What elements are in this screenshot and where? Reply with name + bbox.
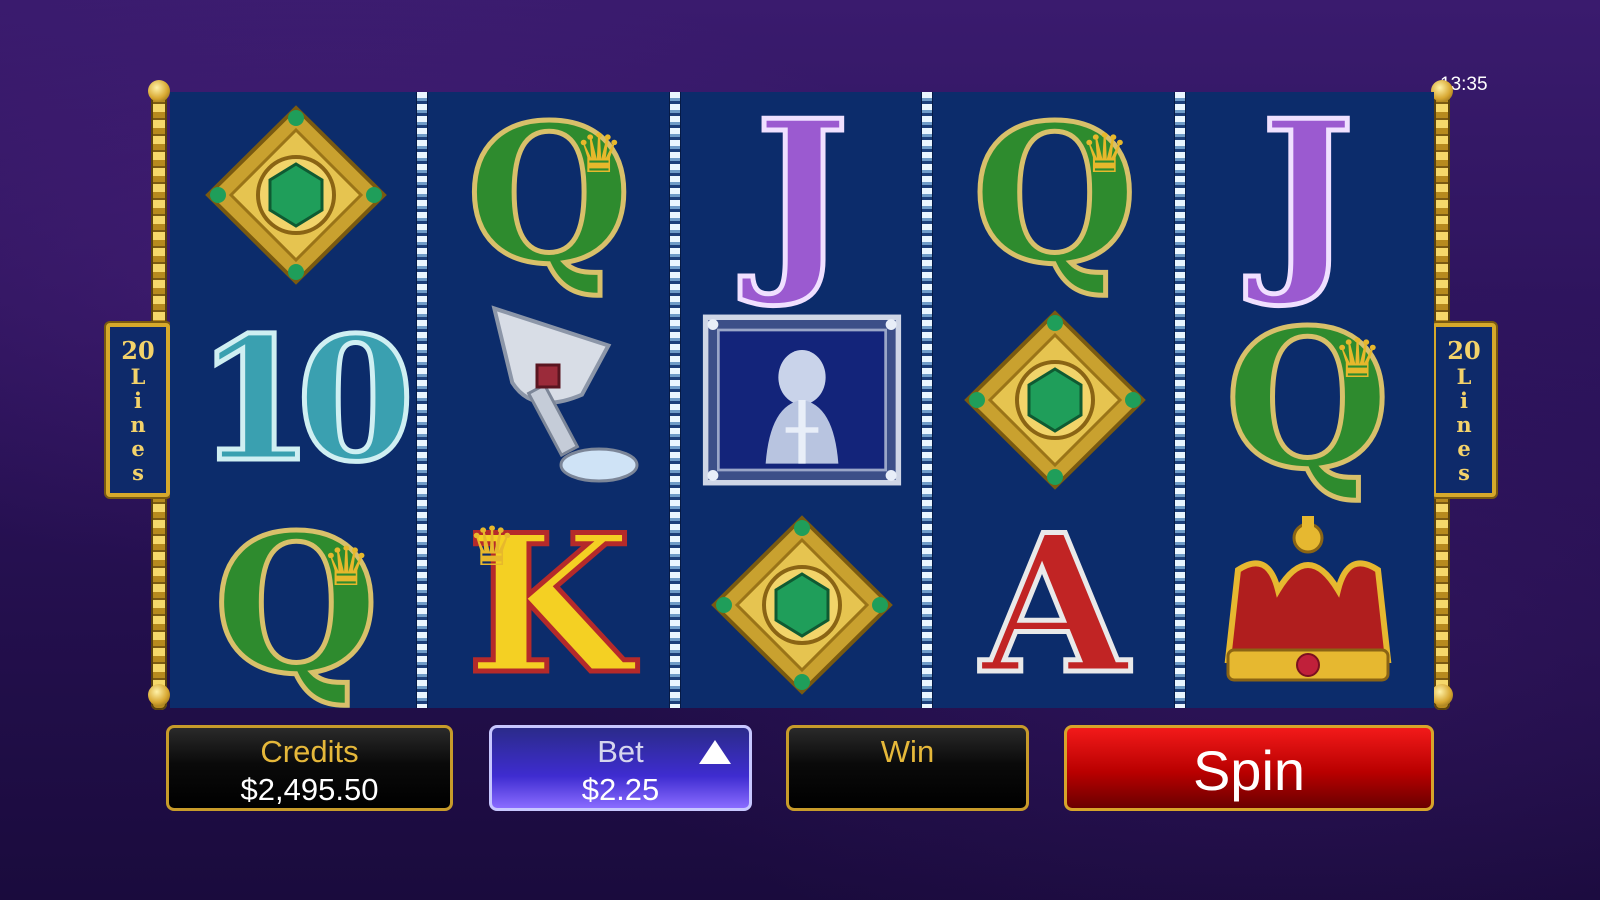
frame-cap-icon [148,80,170,102]
reel-5: J Q ♛ [1181,92,1434,708]
symbol-king: K ♛ [423,503,676,708]
reel-4: Q ♛ A [928,92,1186,708]
symbol-lady-of-the-lake [676,297,929,502]
symbol-royal-crown [1181,503,1434,708]
lady-of-the-lake-icon [702,314,902,486]
symbol-10: 10 [170,297,423,502]
bet-increase-arrow-icon[interactable] [699,740,731,764]
lines-badge-right: 20 L i n e s [1432,323,1496,497]
crown-icon: ♛ [1333,329,1382,390]
symbol-jack: J [676,92,929,297]
credits-panel: Credits $2,495.50 [166,725,453,811]
spin-button[interactable]: Spin [1064,725,1434,811]
jack-symbol: J [1258,76,1358,312]
frame-cap-icon [1431,80,1453,102]
credits-value: $2,495.50 [240,772,379,807]
emerald-brooch-icon [205,104,388,285]
ten-symbol: 10 [194,299,418,500]
lines-word: L i n e s [130,363,146,485]
symbol-emerald-brooch [928,297,1181,502]
symbol-queen: Q ♛ [1181,297,1434,502]
crown-icon: ♛ [1080,124,1129,184]
lines-number: 20 [1447,335,1481,365]
symbol-emerald-brooch [676,503,929,708]
emerald-brooch-icon [963,310,1146,490]
symbol-queen: Q ♛ [928,92,1181,297]
credits-label: Credits [260,734,359,769]
symbol-ace: A [928,503,1181,708]
control-bar: Credits $2,495.50 Bet $2.25 Win Spin [0,725,1600,817]
lines-badge-left: 20 L i n e s [106,323,170,497]
win-label: Win [880,734,935,769]
jack-symbol: J [752,76,852,312]
symbol-jack: J [1181,92,1434,297]
bet-button[interactable]: Bet $2.25 [489,725,752,811]
crown-icon: ♛ [574,124,624,184]
frame-cap-icon [148,684,170,706]
ace-symbol: A [979,493,1131,717]
crown-icon: ♛ [322,536,371,597]
symbol-queen: Q ♛ [423,92,676,297]
reel-area: 10 Q ♛ Q ♛ K ♛ J Q ♛ A J Q ♛ [170,92,1434,708]
frame-cap-icon [1431,684,1453,706]
lines-word: L i n e s [1456,363,1472,485]
symbol-silver-chalice [423,297,676,502]
lines-number: 20 [121,335,155,365]
spin-label: Spin [1192,739,1306,802]
silver-chalice-icon [491,305,639,483]
reel-2: Q ♛ K ♛ [423,92,681,708]
emerald-brooch-icon [711,515,893,696]
reel-1: 10 Q ♛ [170,92,428,708]
reel-3: J [676,92,934,708]
symbol-emerald-brooch [170,92,423,297]
royal-crown-icon [1224,516,1391,682]
win-panel: Win [786,725,1029,811]
bet-value: $2.25 [581,772,660,807]
crown-icon: ♛ [467,516,517,577]
symbol-queen: Q ♛ [170,503,423,708]
